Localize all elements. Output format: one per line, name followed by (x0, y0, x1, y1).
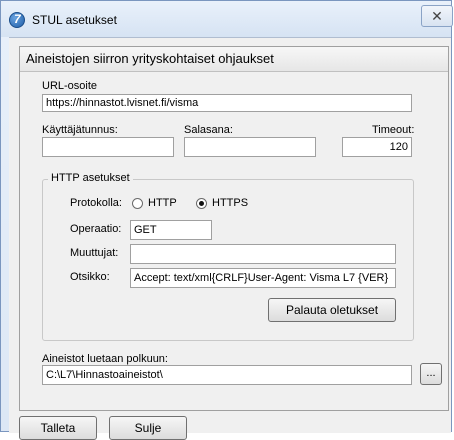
operation-label: Operaatio: (70, 223, 122, 235)
timeout-label: Timeout: (372, 124, 415, 136)
operation-input[interactable]: GET (130, 220, 212, 240)
window-title: STUL asetukset (32, 13, 117, 27)
protocol-https-radio[interactable] (196, 198, 207, 209)
protocol-http-radio[interactable] (132, 198, 143, 209)
username-input[interactable] (42, 137, 174, 157)
protocol-http-label[interactable]: HTTP (148, 197, 177, 209)
protocol-label: Protokolla: (70, 197, 122, 209)
path-input[interactable]: C:\L7\Hinnastoaineistot\ (42, 365, 412, 385)
panel-header: Aineistojen siirron yrityskohtaiset ohja… (20, 47, 448, 72)
variables-input[interactable] (130, 244, 396, 264)
username-label: Käyttäjätunnus: (42, 124, 118, 136)
protocol-https-label[interactable]: HTTPS (212, 197, 248, 209)
title-bar: 7 STUL asetukset ✕ (1, 1, 453, 37)
settings-window: 7 STUL asetukset ✕ Aineistojen siirron y… (0, 0, 453, 440)
path-label: Aineistot luetaan polkuun: (42, 353, 168, 365)
url-input[interactable]: https://hinnastot.lvisnet.fi/visma (42, 94, 412, 112)
window-close-button[interactable]: ✕ (421, 5, 453, 27)
reset-defaults-button[interactable]: Palauta oletukset (268, 298, 396, 322)
headers-label: Otsikko: (70, 271, 110, 283)
settings-panel: Aineistojen siirron yrityskohtaiset ohja… (19, 46, 449, 411)
timeout-input[interactable]: 120 (342, 137, 412, 157)
app-logo-icon: 7 (9, 12, 25, 28)
save-button[interactable]: Talleta (19, 416, 97, 440)
headers-input[interactable]: Accept: text/xml{CRLF}User-Agent: Visma … (130, 268, 396, 288)
variables-label: Muuttujat: (70, 247, 119, 259)
close-icon: ✕ (431, 8, 443, 24)
http-settings-legend: HTTP asetukset (48, 172, 133, 184)
password-input[interactable] (184, 137, 316, 157)
close-button[interactable]: Sulje (109, 416, 187, 440)
password-label: Salasana: (184, 124, 233, 136)
browse-button[interactable]: ... (420, 363, 442, 385)
panel-title: Aineistojen siirron yrityskohtaiset ohja… (26, 51, 274, 66)
client-area: Aineistojen siirron yrityskohtaiset ohja… (9, 37, 451, 440)
url-label: URL-osoite (42, 80, 98, 92)
